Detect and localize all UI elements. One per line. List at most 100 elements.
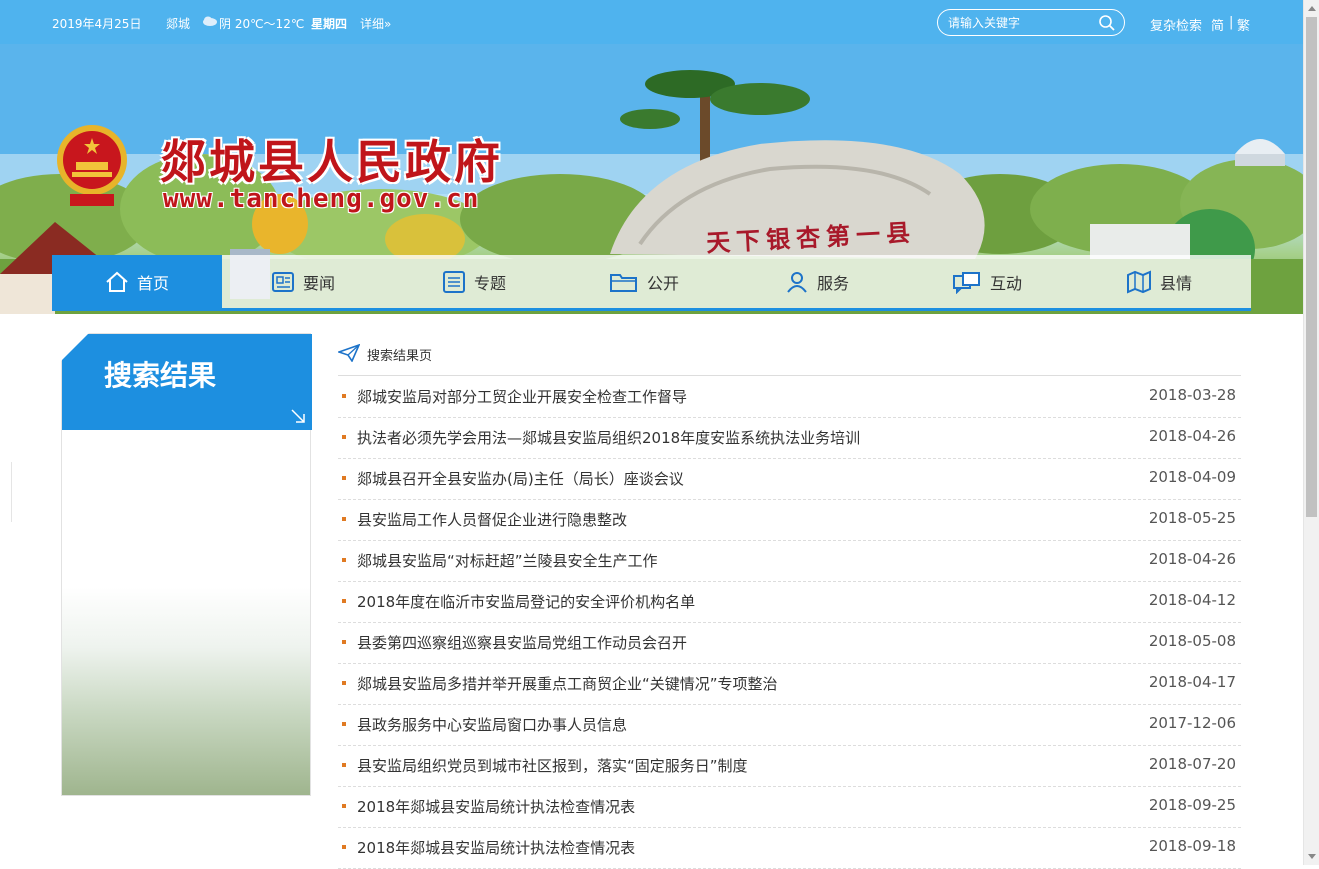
bullet-icon: [342, 558, 346, 562]
result-title-link[interactable]: 2018年度在临沂市安监局登记的安全评价机构名单: [357, 591, 695, 612]
result-row[interactable]: 县委第四巡察组巡察县安监局党组工作动员会召开 2018-05-08: [338, 623, 1241, 664]
site-url: www.tancheng.gov.cn: [163, 184, 480, 214]
national-emblem-icon: [57, 125, 127, 206]
result-row[interactable]: 执法者必须先学会用法—郯城县安监局组织2018年度安监系统执法业务培训 2018-…: [338, 418, 1241, 459]
bullet-icon: [342, 640, 346, 644]
result-date: 2018-09-25: [1148, 796, 1236, 814]
result-row[interactable]: 县安监局工作人员督促企业进行隐患整改 2018-05-25: [338, 500, 1241, 541]
result-row[interactable]: 县政务服务中心安监局窗口办事人员信息 2017-12-06: [338, 705, 1241, 746]
result-date: 2018-03-28: [1148, 386, 1236, 404]
search-icon[interactable]: [1098, 14, 1116, 32]
result-title-link[interactable]: 2018年郯城县安监局统计执法检查情况表: [357, 837, 635, 858]
vertical-scrollbar[interactable]: [1303, 0, 1319, 865]
breadcrumb: 搜索结果页: [338, 338, 1241, 376]
page-edge-divider: [0, 462, 12, 522]
result-date: 2018-05-25: [1148, 509, 1236, 527]
nav-home-label: 首页: [136, 273, 169, 293]
result-title-link[interactable]: 郯城县召开全县安监办(局)主任（局长）座谈会议: [357, 468, 684, 489]
home-icon: [106, 271, 128, 292]
advanced-search-link[interactable]: 复杂检索: [1150, 15, 1202, 34]
nav-news[interactable]: 要闻: [271, 255, 335, 308]
result-row[interactable]: 县安监局组织党员到城市社区报到，落实“固定服务日”制度 2018-07-20: [338, 746, 1241, 787]
language-separator: |: [1229, 15, 1234, 30]
bullet-icon: [342, 394, 346, 398]
result-title-link[interactable]: 县安监局组织党员到城市社区报到，落实“固定服务日”制度: [357, 755, 748, 776]
search-results-list: 郯城安监局对部分工贸企业开展安全检查工作督导 2018-03-28 执法者必须先学会…: [338, 377, 1241, 869]
paper-plane-icon: [338, 344, 360, 362]
result-title-link[interactable]: 郯城县安监局“对标赶超”兰陵县安全生产工作: [357, 550, 658, 571]
result-row[interactable]: 2018年郯城县安监局统计执法检查情况表 2018-09-18: [338, 828, 1241, 869]
search-input[interactable]: [946, 13, 1096, 32]
result-title-link[interactable]: 县委第四巡察组巡察县安监局党组工作动员会召开: [357, 632, 687, 653]
result-row[interactable]: 郯城县安监局多措并举开展重点工商贸企业“关键情况”专项整治 2018-04-17: [338, 664, 1241, 705]
nav-topics-label: 专题: [474, 273, 507, 293]
nav-county-info-label: 县情: [1160, 273, 1193, 293]
result-date: 2017-12-06: [1148, 714, 1236, 732]
nav-public-label: 公开: [647, 273, 680, 293]
bullet-icon: [342, 845, 346, 849]
sidebar-header: 搜索结果: [61, 333, 312, 430]
result-row[interactable]: 2018年郯城县安监局统计执法检查情况表 2018-09-25: [338, 787, 1241, 828]
scroll-up-icon[interactable]: [1304, 0, 1319, 17]
bullet-icon: [342, 722, 346, 726]
main-nav: 首页 要闻 专题 公开 服务 互动 县情: [52, 255, 1251, 311]
news-icon: [272, 271, 294, 292]
result-row[interactable]: 郯城县安监局“对标赶超”兰陵县安全生产工作 2018-04-26: [338, 541, 1241, 582]
result-title-link[interactable]: 县政务服务中心安监局窗口办事人员信息: [357, 714, 627, 735]
bullet-icon: [342, 435, 346, 439]
result-row[interactable]: 郯城安监局对部分工贸企业开展安全检查工作督导 2018-03-28: [338, 377, 1241, 418]
cloud-icon: [203, 16, 217, 26]
result-date: 2018-04-26: [1148, 550, 1236, 568]
sidebar-panel: 搜索结果: [61, 333, 312, 796]
result-date: 2018-07-20: [1148, 755, 1236, 773]
weather-detail-link[interactable]: 详细»: [360, 15, 391, 32]
result-row[interactable]: 2018年度在临沂市安监局登记的安全评价机构名单 2018-04-12: [338, 582, 1241, 623]
result-date: 2018-04-17: [1148, 673, 1236, 691]
chat-icon: [953, 271, 980, 294]
nav-public[interactable]: 公开: [609, 255, 679, 308]
nav-service[interactable]: 服务: [785, 255, 849, 308]
nav-home[interactable]: 首页: [52, 255, 222, 308]
nav-topics[interactable]: 专题: [442, 255, 506, 308]
weather-text: 阴 20℃～12℃: [219, 17, 305, 31]
nav-service-label: 服务: [817, 273, 850, 293]
bullet-icon: [342, 804, 346, 808]
date-text: 2019年4月25日: [52, 17, 142, 31]
site-title: 郯城县人民政府: [160, 135, 503, 189]
sidebar-title: 搜索结果: [104, 359, 217, 392]
result-title-link[interactable]: 郯城县安监局多措并举开展重点工商贸企业“关键情况”专项整治: [357, 673, 778, 694]
bullet-icon: [342, 763, 346, 767]
search-box: [937, 9, 1125, 36]
top-bar: 2019年4月25日 郯城 阴 20℃～12℃ 星期四 详细» 复杂检索 简 |…: [0, 0, 1303, 44]
bullet-icon: [342, 681, 346, 685]
user-icon: [787, 271, 807, 293]
arrow-down-right-icon: [291, 409, 305, 423]
bullet-icon: [342, 517, 346, 521]
folder-icon: [610, 273, 637, 292]
result-date: 2018-04-12: [1148, 591, 1236, 609]
city-text: 郯城: [166, 17, 191, 31]
result-title-link[interactable]: 2018年郯城县安监局统计执法检查情况表: [357, 796, 635, 817]
result-title-link[interactable]: 执法者必须先学会用法—郯城县安监局组织2018年度安监系统执法业务培训: [357, 427, 860, 448]
nav-interaction-label: 互动: [990, 273, 1023, 293]
result-date: 2018-05-08: [1148, 632, 1236, 650]
result-title-link[interactable]: 县安监局工作人员督促企业进行隐患整改: [357, 509, 627, 530]
scroll-down-icon[interactable]: [1304, 848, 1319, 865]
list-icon: [443, 270, 465, 293]
traditional-chinese-link[interactable]: 繁: [1237, 15, 1250, 34]
bullet-icon: [342, 599, 346, 603]
result-title-link[interactable]: 郯城安监局对部分工贸企业开展安全检查工作督导: [357, 386, 687, 407]
result-date: 2018-09-18: [1148, 837, 1236, 855]
result-date: 2018-04-26: [1148, 427, 1236, 445]
result-row[interactable]: 郯城县召开全县安监办(局)主任（局长）座谈会议 2018-04-09: [338, 459, 1241, 500]
nav-interaction[interactable]: 互动: [952, 255, 1022, 308]
result-date: 2018-04-09: [1148, 468, 1236, 486]
weekday-text: 星期四: [311, 17, 348, 31]
scrollbar-thumb[interactable]: [1306, 17, 1317, 517]
nav-county-info[interactable]: 县情: [1126, 255, 1192, 308]
simplified-chinese-link[interactable]: 简: [1211, 15, 1224, 34]
nav-news-label: 要闻: [303, 273, 336, 293]
bullet-icon: [342, 476, 346, 480]
map-icon: [1127, 269, 1151, 294]
corner-cut: [61, 333, 89, 361]
